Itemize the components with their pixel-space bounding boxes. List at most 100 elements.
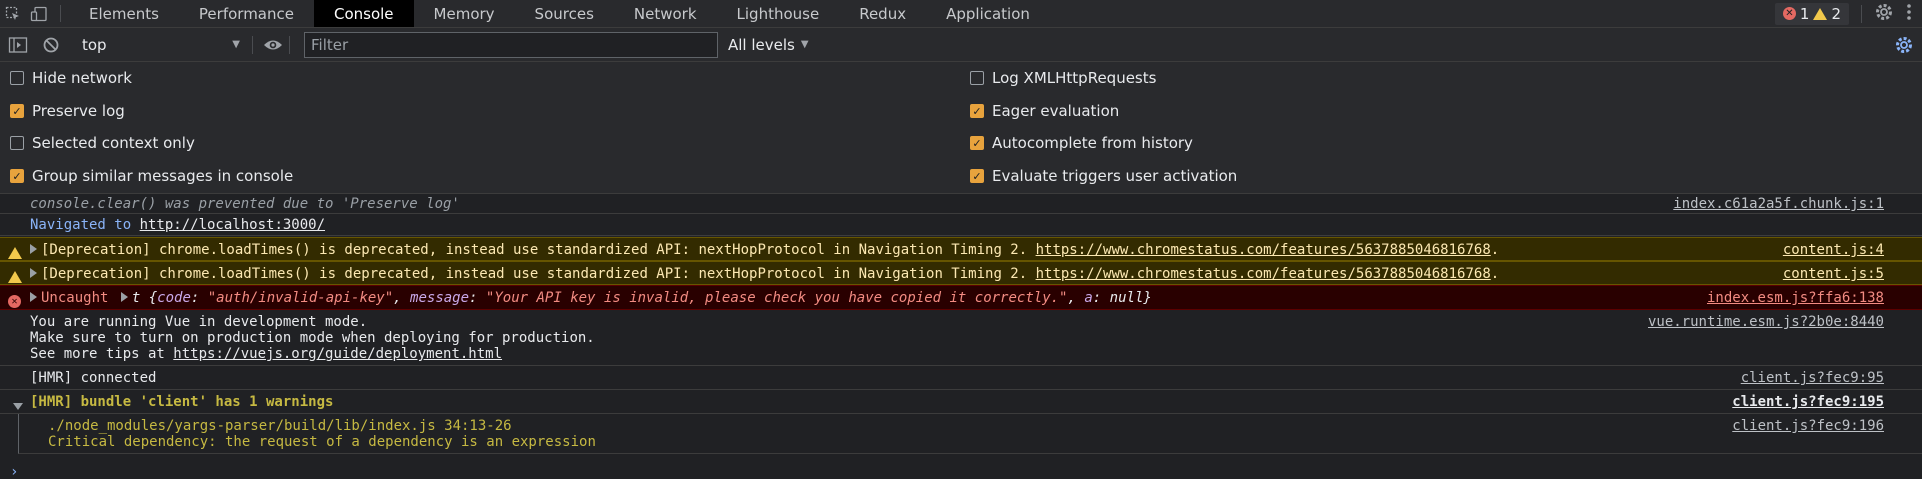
setting-autocomplete-history[interactable]: ✓ Autocomplete from history (970, 132, 1193, 154)
group-title: [HMR] bundle 'client' has 1 warnings (30, 394, 334, 410)
expand-triangle-icon[interactable] (30, 268, 37, 278)
evaluate-triggers-checkbox[interactable]: ✓ (970, 169, 984, 183)
log-xhr-checkbox[interactable] (970, 71, 984, 85)
devtools-tab-bar: Elements Performance Console Memory Sour… (0, 0, 1922, 28)
console-message: console.clear() was prevented due to 'Pr… (0, 194, 1922, 214)
tab-performance[interactable]: Performance (179, 0, 314, 27)
setting-preserve-log[interactable]: ✓ Preserve log (10, 100, 125, 122)
warning-url-link[interactable]: https://www.chromestatus.com/features/56… (1036, 266, 1491, 282)
message-source-link[interactable]: client.js?fec9:95 (1741, 370, 1922, 389)
vue-line-3-prefix: See more tips at (30, 346, 174, 362)
message-source-link[interactable]: index.esm.js?ffa6:138 (1707, 290, 1922, 309)
value-code: "auth/invalid-api-key" (207, 290, 394, 306)
tab-network[interactable]: Network (614, 0, 717, 27)
gear-icon[interactable] (1874, 2, 1894, 26)
uncaught-prefix: Uncaught (41, 290, 117, 306)
message-text: [HMR] connected (30, 370, 157, 386)
hide-network-checkbox[interactable] (10, 71, 24, 85)
log-xhr-label: Log XMLHttpRequests (992, 69, 1157, 87)
preserve-log-checkbox[interactable]: ✓ (10, 104, 24, 118)
clear-console-icon[interactable] (42, 36, 60, 54)
message-source-link[interactable]: content.js:5 (1783, 266, 1922, 284)
message-source-link[interactable]: content.js:4 (1783, 242, 1922, 260)
eager-evaluation-checkbox[interactable]: ✓ (970, 104, 984, 118)
eager-evaluation-label: Eager evaluation (992, 102, 1120, 120)
dependency-line-2: Critical dependency: the request of a de… (48, 434, 596, 450)
message-source-link[interactable]: vue.runtime.esm.js?2b0e:8440 (1648, 314, 1922, 365)
kebab-menu-icon[interactable] (1906, 3, 1912, 25)
vue-line-2: Make sure to turn on production mode whe… (30, 330, 595, 346)
filter-input[interactable] (304, 31, 718, 58)
key-code: code (157, 290, 191, 306)
console-settings-gear-icon[interactable] (1894, 35, 1914, 55)
key-a: a (1084, 290, 1093, 306)
setting-selected-context-only[interactable]: Selected context only (10, 132, 195, 154)
setting-evaluate-triggers[interactable]: ✓ Evaluate triggers user activation (970, 165, 1237, 187)
console-group-header[interactable]: [HMR] bundle 'client' has 1 warnings cli… (0, 390, 1922, 414)
warning-text: [Deprecation] chrome.loadTimes() is depr… (41, 266, 1036, 282)
evaluate-triggers-label: Evaluate triggers user activation (992, 167, 1238, 185)
key-message: message (410, 290, 470, 306)
console-message: You are running Vue in development mode.… (0, 310, 1922, 366)
autocomplete-history-label: Autocomplete from history (992, 134, 1193, 152)
message-source-link[interactable]: client.js?fec9:195 (1732, 394, 1922, 413)
console-warning: [Deprecation] chrome.loadTimes() is depr… (0, 237, 1922, 261)
setting-hide-network[interactable]: Hide network (10, 67, 132, 89)
log-levels-value: All levels (728, 35, 795, 54)
tab-sources[interactable]: Sources (515, 0, 614, 27)
group-similar-label: Group similar messages in console (32, 167, 294, 185)
message-source-link[interactable]: client.js?fec9:196 (1732, 418, 1922, 453)
navigated-url-link[interactable]: http://localhost:3000/ (140, 217, 325, 233)
warning-icon (8, 271, 22, 283)
chevron-down-icon: ▼ (232, 39, 240, 50)
error-count: 1 (1799, 4, 1810, 23)
preserve-log-label: Preserve log (32, 102, 125, 120)
warning-url-link[interactable]: https://www.chromestatus.com/features/56… (1036, 242, 1491, 258)
tab-application[interactable]: Application (926, 0, 1050, 27)
tab-console[interactable]: Console (313, 0, 414, 27)
setting-log-xhr[interactable]: Log XMLHttpRequests (970, 67, 1156, 89)
console-toolbar: top ▼ All levels ▼ (0, 28, 1922, 62)
collapse-triangle-icon[interactable] (13, 403, 23, 410)
brace-close: } (1143, 290, 1152, 306)
warning-icon (1813, 7, 1828, 20)
tab-lighthouse[interactable]: Lighthouse (717, 0, 840, 27)
message-text: console.clear() was prevented due to 'Pr… (30, 196, 460, 212)
inspect-element-icon[interactable] (0, 0, 26, 27)
show-sidebar-icon[interactable] (8, 36, 28, 54)
tab-memory[interactable]: Memory (414, 0, 515, 27)
tab-bar-right-separator (1861, 4, 1862, 23)
issue-counter[interactable]: ✕ 1 2 (1774, 2, 1849, 25)
tab-elements[interactable]: Elements (69, 0, 179, 27)
context-select[interactable]: top ▼ (76, 33, 246, 57)
expand-triangle-icon[interactable] (30, 292, 37, 302)
log-levels-select[interactable]: All levels ▼ (728, 36, 809, 54)
console-group-child: ./node_modules/yargs-parser/build/lib/in… (18, 414, 1922, 454)
message-source-link[interactable]: index.c61a2a5f.chunk.js:1 (1673, 196, 1922, 213)
setting-group-similar[interactable]: ✓ Group similar messages in console (10, 165, 293, 187)
warning-suffix: . (1490, 242, 1500, 258)
console-messages: console.clear() was prevented due to 'Pr… (0, 194, 1922, 479)
brace-open: { (140, 290, 158, 306)
value-message: "Your API key is invalid, please check y… (485, 290, 1068, 306)
error-icon: ✕ (1782, 7, 1796, 20)
console-message: [HMR] connected client.js?fec9:95 (0, 366, 1922, 390)
tab-redux[interactable]: Redux (839, 0, 926, 27)
selected-context-only-checkbox[interactable] (10, 136, 24, 150)
value-a: null (1109, 290, 1144, 306)
console-warning: [Deprecation] chrome.loadTimes() is depr… (0, 261, 1922, 285)
group-similar-checkbox[interactable]: ✓ (10, 169, 24, 183)
expand-triangle-icon[interactable] (30, 244, 37, 254)
tab-bar-separator (60, 5, 61, 22)
setting-eager-evaluation[interactable]: ✓ Eager evaluation (970, 100, 1119, 122)
device-toolbar-icon[interactable] (26, 0, 52, 27)
warning-suffix: . (1490, 266, 1500, 282)
warning-count: 2 (1831, 4, 1841, 23)
vue-tips-link[interactable]: https://vuejs.org/guide/deployment.html (173, 346, 502, 362)
warning-text: [Deprecation] chrome.loadTimes() is depr… (41, 242, 1036, 258)
expand-object-icon[interactable] (120, 292, 128, 302)
console-prompt-icon[interactable]: › (10, 464, 18, 479)
autocomplete-history-checkbox[interactable]: ✓ (970, 136, 984, 150)
context-select-value: top (82, 35, 107, 54)
eye-icon[interactable] (263, 38, 283, 52)
